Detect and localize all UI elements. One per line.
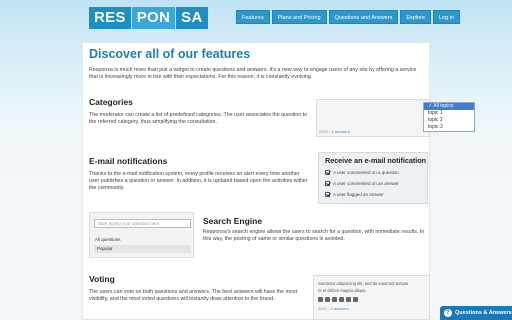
email-title: E-mail notifications [89, 156, 168, 166]
comment-icon[interactable] [339, 297, 344, 302]
vote-controls [318, 297, 358, 302]
nav-login[interactable]: Log in [432, 10, 460, 24]
categories-body: The moderator can create a list of prede… [89, 112, 308, 125]
vote-up-icon[interactable] [325, 297, 330, 302]
voting-body: The users can vote on both questions and… [89, 289, 298, 302]
questions-answers-widget-button[interactable]: ? Questions & Answers [440, 306, 512, 320]
page-title: Discover all of our features [89, 47, 251, 61]
email-option[interactable]: A user commented on an answer [325, 181, 399, 186]
email-body: Thanks to the e-mail notification system… [89, 171, 308, 191]
share-icon[interactable] [346, 297, 351, 302]
site-header: RES PON SA Features Plans and Pricing Qu… [0, 0, 512, 40]
nav-explore[interactable]: Explore [400, 10, 431, 24]
nav-features[interactable]: Features [236, 10, 270, 24]
search-title: Search Engine [203, 216, 263, 226]
nav-questions-and-answers[interactable]: Questions and Answers [328, 10, 399, 24]
search-filter-popular[interactable]: Popular [94, 245, 191, 253]
voting-preview-text: re et dolore magna aliqua. [318, 288, 367, 293]
email-option[interactable]: A user flagged an answer [325, 192, 384, 197]
categories-preview-footer: 2012 - 2 answers [319, 129, 350, 134]
main-nav: Features Plans and Pricing Questions and… [236, 10, 460, 24]
logo-part-2: PON [131, 7, 176, 29]
voting-title: Voting [89, 274, 115, 284]
checkbox-checked-icon[interactable] [325, 181, 330, 186]
help-icon: ? [444, 309, 452, 317]
search-input[interactable]: Start typing your question here [94, 219, 191, 228]
logo-part-1: RES [89, 7, 131, 29]
voting-preview-meta: 2012 - 2 answers [318, 306, 349, 311]
vote-down-icon[interactable] [332, 297, 337, 302]
logo[interactable]: RES PON SA [89, 7, 208, 29]
search-body: Responsa's search engine allows the user… [203, 229, 425, 242]
email-notification-box: Receive an e-mail notification A user co… [318, 152, 428, 204]
category-option[interactable]: topic 1 [424, 110, 474, 117]
categories-preview: ✓ All topics topic 1 topic 2 topic 3 201… [316, 99, 475, 137]
intro-text: Responsa is much more than just a widget… [89, 67, 417, 80]
logo-part-3: SA [176, 7, 208, 29]
checkbox-checked-icon[interactable] [325, 192, 330, 197]
answers-link[interactable]: 2 answers [330, 306, 348, 311]
category-option[interactable]: ✓ All topics [424, 103, 474, 110]
email-box-title: Receive an e-mail notification [325, 156, 427, 165]
category-dropdown[interactable]: ✓ All topics topic 1 topic 2 topic 3 [423, 102, 475, 132]
category-option[interactable]: topic 2 [424, 117, 474, 124]
email-option[interactable]: A user commented on a question [325, 170, 399, 175]
categories-title: Categories [89, 97, 133, 107]
search-preview: Start typing your question here All ques… [89, 212, 194, 258]
flag-icon[interactable] [318, 297, 323, 302]
voting-preview: nsectetur adipisicing elit, sed do eiusm… [313, 275, 430, 320]
category-option[interactable]: topic 3 [424, 124, 474, 131]
answers-link[interactable]: 2 answers [331, 129, 349, 134]
nav-plans-and-pricing[interactable]: Plans and Pricing [271, 10, 327, 24]
edit-icon[interactable] [353, 297, 358, 302]
widget-label: Questions & Answers [455, 310, 512, 316]
checkbox-checked-icon[interactable] [325, 170, 330, 175]
voting-preview-text: nsectetur adipisicing elit, sed do eiusm… [318, 281, 409, 286]
search-filter-label: All questions [95, 237, 121, 242]
